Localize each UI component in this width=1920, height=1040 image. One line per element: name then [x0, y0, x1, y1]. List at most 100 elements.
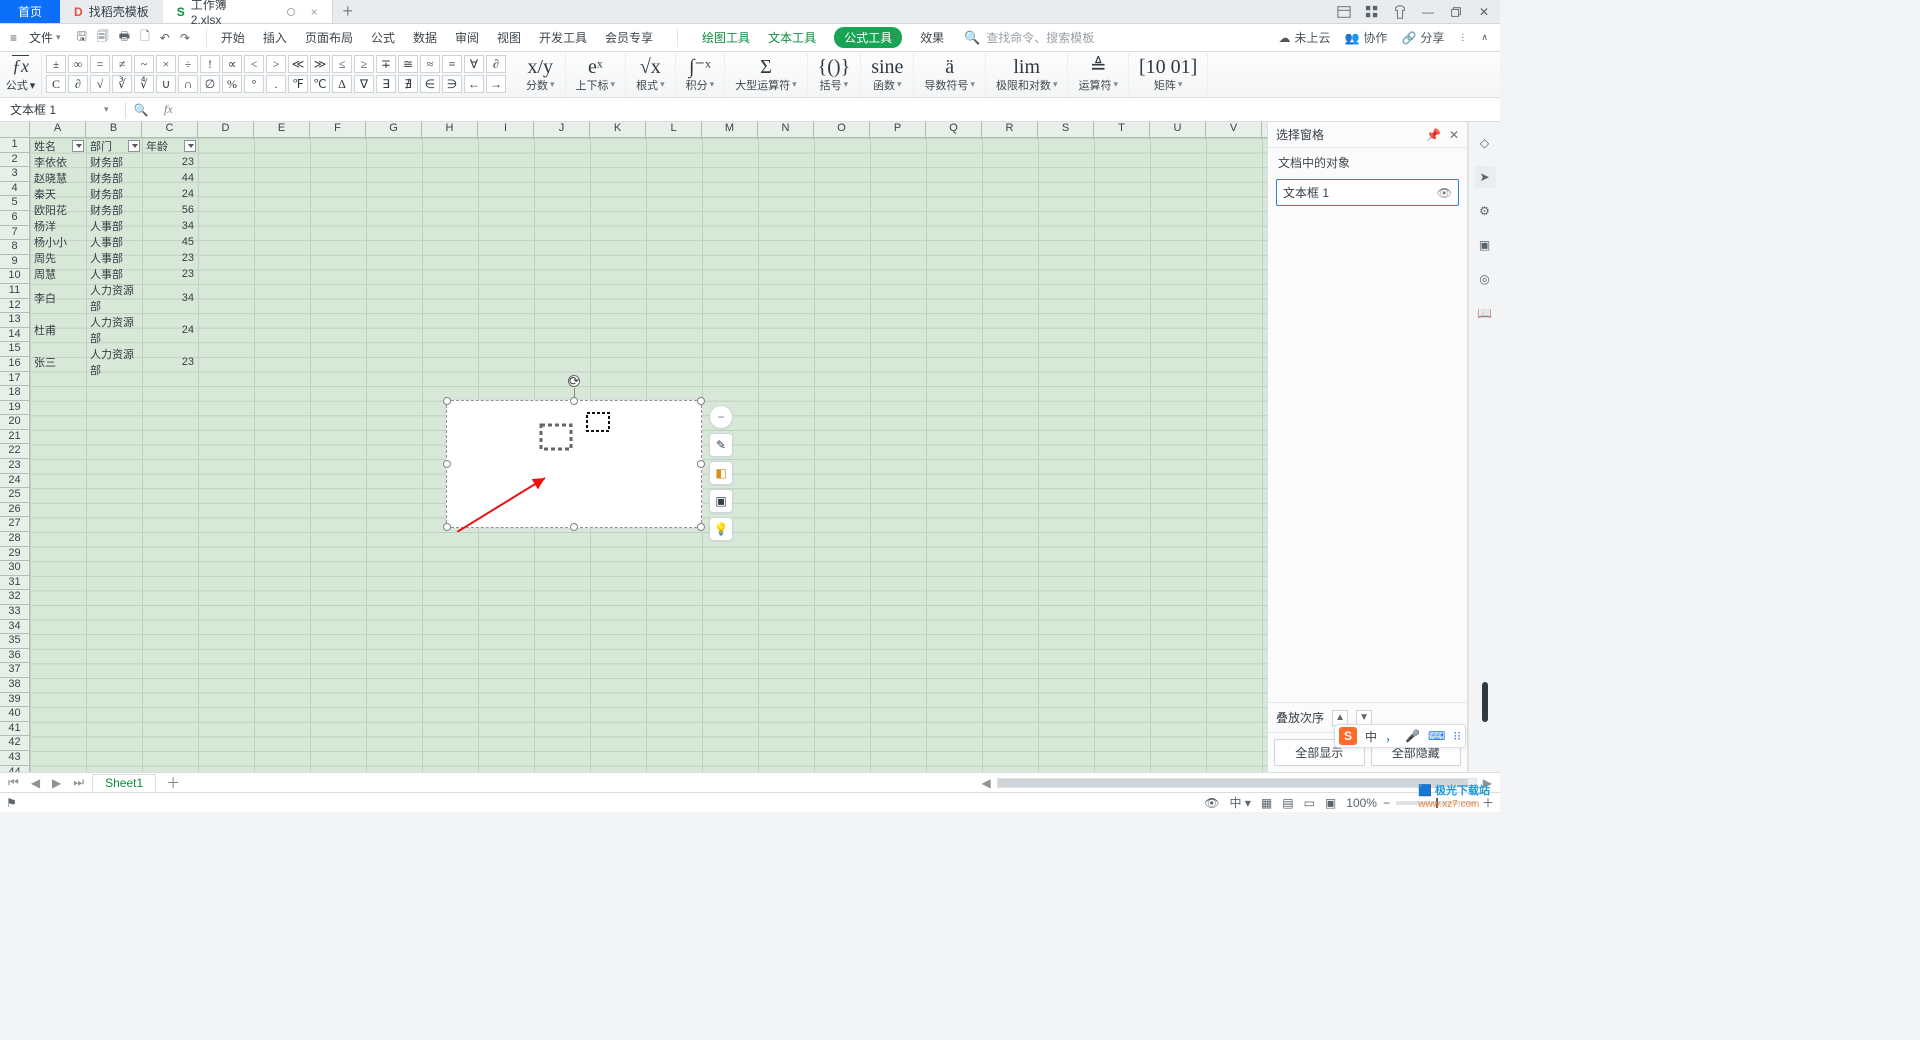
col-header-U[interactable]: U — [1150, 122, 1206, 137]
column-headers[interactable]: ABCDEFGHIJKLMNOPQRSTUV — [30, 122, 1267, 138]
cell[interactable]: 23 — [142, 266, 198, 282]
row-header[interactable]: 38 — [0, 678, 30, 693]
page-layout-icon[interactable]: ▤ — [1282, 796, 1293, 810]
formula-group-运算符[interactable]: ≜运算符▾ — [1068, 52, 1129, 97]
col-header-G[interactable]: G — [366, 122, 422, 137]
close-tab-icon[interactable]: × — [311, 5, 318, 19]
worksheet[interactable]: ABCDEFGHIJKLMNOPQRSTUV 12345678910111213… — [0, 122, 1268, 772]
row-header[interactable]: 32 — [0, 590, 30, 605]
app-menu-icon[interactable]: ≡ — [6, 31, 21, 45]
select-all-corner[interactable] — [0, 122, 30, 138]
tab-view[interactable]: 视图 — [497, 25, 521, 50]
cell[interactable]: 杨洋 — [30, 218, 86, 234]
cell[interactable]: 24 — [142, 314, 198, 346]
name-box[interactable]: ▾ — [0, 102, 126, 118]
resize-handle[interactable] — [697, 397, 705, 405]
formula-group-上下标[interactable]: eˣ上下标▾ — [566, 52, 627, 97]
row-header[interactable]: 8 — [0, 240, 30, 255]
symbol-button[interactable]: ! — [200, 55, 220, 73]
restore-icon[interactable] — [1444, 1, 1468, 23]
formula-group-矩阵[interactable]: [10 01]矩阵▾ — [1129, 52, 1208, 97]
tab-layout[interactable]: 页面布局 — [305, 25, 353, 50]
ime-lang[interactable]: 中 — [1365, 728, 1377, 745]
resize-handle[interactable] — [570, 523, 578, 531]
row-header[interactable]: 31 — [0, 576, 30, 591]
cell[interactable]: 财务部 — [86, 154, 142, 170]
book-icon[interactable]: 📖 — [1474, 302, 1496, 324]
sheet-tab-sheet1[interactable]: Sheet1 — [92, 774, 156, 791]
symbol-button[interactable]: ≥ — [354, 55, 374, 73]
row-header[interactable]: 1 — [0, 138, 30, 153]
col-header-V[interactable]: V — [1206, 122, 1262, 137]
sliders-icon[interactable]: ⚙ — [1474, 200, 1496, 222]
symbol-button[interactable]: ÷ — [178, 55, 198, 73]
symbol-button[interactable]: ℃ — [310, 75, 330, 93]
cell[interactable]: 23 — [142, 346, 198, 378]
symbol-button[interactable]: ° — [244, 75, 264, 93]
row-header[interactable]: 5 — [0, 196, 30, 211]
ime-voice-icon[interactable]: 🎤 — [1405, 729, 1420, 743]
row-header[interactable]: 4 — [0, 182, 30, 197]
tab-draw-tools[interactable]: 绘图工具 — [702, 25, 750, 50]
formula-group-括号[interactable]: {()}括号▾ — [808, 52, 862, 97]
row-header[interactable]: 17 — [0, 372, 30, 387]
row-header[interactable]: 21 — [0, 430, 30, 445]
print-preview-icon[interactable]: 🗋 — [140, 27, 150, 48]
ime-more-icon[interactable]: ⁝⁝ — [1453, 729, 1461, 743]
formula-group-分数[interactable]: x/y分数▾ — [516, 52, 566, 97]
save-icon[interactable]: 🖫 — [77, 27, 87, 48]
row-header[interactable]: 19 — [0, 401, 30, 416]
undo-icon[interactable]: ↶ — [160, 31, 170, 45]
col-header-C[interactable]: C — [142, 122, 198, 137]
formula-group-大型运算符[interactable]: Σ大型运算符▾ — [725, 52, 808, 97]
symbol-button[interactable]: ≤ — [332, 55, 352, 73]
file-menu[interactable]: 文件▾ — [23, 29, 67, 46]
symbol-button[interactable]: ≪ — [288, 55, 308, 73]
col-header-J[interactable]: J — [534, 122, 590, 137]
selection-object-item[interactable]: 文本框 1 👁 — [1276, 179, 1459, 206]
symbol-button[interactable]: ∪ — [156, 75, 176, 93]
row-header[interactable]: 13 — [0, 313, 30, 328]
ime-punct[interactable]: ， — [1385, 728, 1397, 745]
text-box-shape[interactable]: ⟳ − — [446, 400, 702, 528]
row-header[interactable]: 11 — [0, 284, 30, 299]
cell[interactable]: 24 — [142, 186, 198, 202]
layout-pane-icon[interactable]: ▣ — [1474, 234, 1496, 256]
cell[interactable]: 杜甫 — [30, 314, 86, 346]
reading-view-icon[interactable]: ▣ — [1325, 796, 1336, 810]
row-header[interactable]: 10 — [0, 269, 30, 284]
eyedropper-icon[interactable]: ✎ — [709, 433, 733, 457]
symbol-button[interactable]: ∆ — [332, 75, 352, 93]
table-header-cell[interactable]: 姓名 — [30, 138, 86, 154]
col-header-T[interactable]: T — [1094, 122, 1150, 137]
col-header-Q[interactable]: Q — [926, 122, 982, 137]
resize-handle[interactable] — [443, 460, 451, 468]
tab-text-tools[interactable]: 文本工具 — [768, 25, 816, 50]
eye-mode-icon[interactable]: 👁 — [1204, 796, 1219, 810]
symbol-button[interactable]: > — [266, 55, 286, 73]
formula-group-函数[interactable]: sine函数▾ — [861, 52, 914, 97]
row-header[interactable]: 22 — [0, 444, 30, 459]
col-header-M[interactable]: M — [702, 122, 758, 137]
cursor-icon[interactable]: ➤ — [1474, 166, 1496, 188]
cell[interactable]: 人事部 — [86, 250, 142, 266]
formula-group-极限和对数[interactable]: lim极限和对数▾ — [986, 52, 1069, 97]
rotate-handle[interactable]: ⟳ — [568, 375, 580, 387]
symbol-button[interactable]: ∅ — [200, 75, 220, 93]
ime-toolbar[interactable]: S 中 ， 🎤 ⌨ ⁝⁝ — [1334, 724, 1466, 748]
symbol-button[interactable]: ∃ — [376, 75, 396, 93]
redo-icon[interactable]: ↷ — [180, 31, 190, 45]
cloud-status[interactable]: ☁ 未上云 — [1278, 29, 1330, 46]
close-icon[interactable]: ✕ — [1472, 1, 1496, 23]
cell[interactable]: 赵晓慧 — [30, 170, 86, 186]
tab-insert[interactable]: 插入 — [263, 25, 287, 50]
row-header[interactable]: 25 — [0, 488, 30, 503]
row-header[interactable]: 15 — [0, 342, 30, 357]
name-box-dropdown-icon[interactable]: ▾ — [104, 104, 109, 115]
target-icon[interactable]: ◎ — [1474, 268, 1496, 290]
tab-formula-tools[interactable]: 公式工具 — [834, 27, 902, 48]
row-header[interactable]: 41 — [0, 722, 30, 737]
skin-icon[interactable] — [1388, 1, 1412, 23]
tab-member[interactable]: 会员专享 — [605, 25, 653, 50]
row-header[interactable]: 16 — [0, 357, 30, 372]
